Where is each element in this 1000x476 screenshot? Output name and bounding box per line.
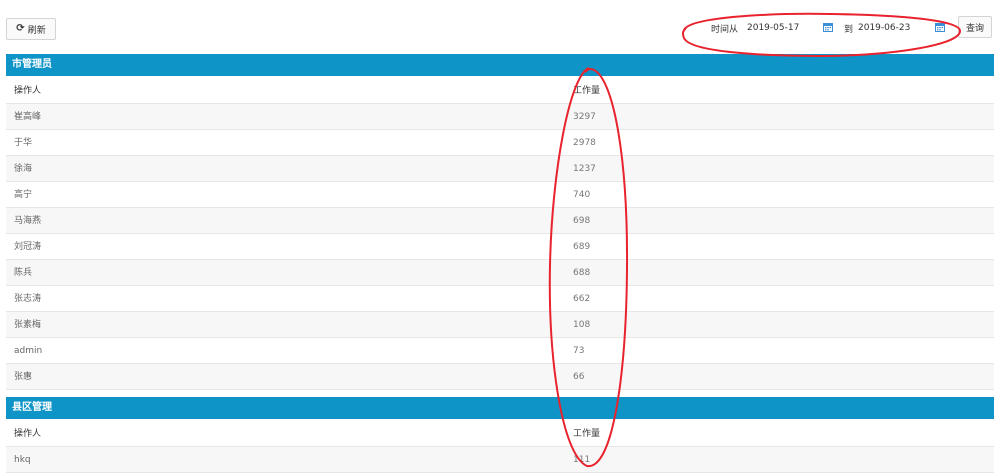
column-header-workload: 工作量 (573, 86, 601, 96)
table-header-row: 操作人 工作量 (6, 421, 994, 447)
operator-name: 张惠 (14, 372, 33, 382)
operator-name: 刘冠涛 (14, 242, 42, 252)
operator-name: 陈兵 (14, 268, 33, 278)
table-row: 马海燕 698 (6, 208, 994, 234)
table-row: 崔高峰 3297 (6, 104, 994, 130)
column-header-operator: 操作人 (14, 429, 42, 439)
table-row: 高宁 740 (6, 182, 994, 208)
operator-name: admin (14, 346, 43, 356)
workload-count: 688 (573, 268, 591, 278)
table-row: 陈兵 688 (6, 260, 994, 286)
operator-name: 高宁 (14, 190, 33, 200)
date-to-input[interactable] (856, 18, 930, 38)
workload-count: 740 (573, 190, 591, 200)
operator-name: 张素梅 (14, 320, 42, 330)
workload-count: 662 (573, 294, 591, 304)
table-row: 徐海 1237 (6, 156, 994, 182)
workload-count: 689 (573, 242, 591, 252)
calendar-icon[interactable] (823, 22, 833, 32)
table-row: 刘冠涛 689 (6, 234, 994, 260)
query-button[interactable]: 查询 (958, 16, 992, 38)
operator-name: 张志涛 (14, 294, 42, 304)
operator-name: 于华 (14, 138, 33, 148)
table-row: hkq 111 (6, 447, 994, 473)
calendar-icon[interactable] (935, 22, 945, 32)
table-row: 张惠 66 (6, 364, 994, 390)
refresh-button[interactable]: ⟳ 刷新 (6, 18, 56, 40)
section-header-county-admin: 县区管理 (6, 397, 994, 419)
date-from-input[interactable] (745, 18, 819, 38)
table-header-row: 操作人 工作量 (6, 78, 994, 104)
workload-count: 2978 (573, 138, 596, 148)
refresh-label: 刷新 (27, 25, 46, 36)
toolbar: ⟳ 刷新 时间从 到 查询 (0, 0, 1000, 46)
workload-count: 3297 (573, 112, 596, 122)
to-label: 到 (844, 25, 854, 35)
table-row: 于华 2978 (6, 130, 994, 156)
table-row: 张志涛 662 (6, 286, 994, 312)
operator-name: 徐海 (14, 164, 33, 174)
workload-count: 73 (573, 346, 585, 356)
operator-name: 马海燕 (14, 216, 42, 226)
operator-name: hkq (14, 455, 31, 465)
column-header-workload: 工作量 (573, 429, 601, 439)
column-header-operator: 操作人 (14, 86, 42, 96)
workload-count: 66 (573, 372, 585, 382)
workload-count: 108 (573, 320, 591, 330)
workload-count: 111 (573, 455, 591, 465)
operator-name: 崔高峰 (14, 112, 42, 122)
workload-count: 1237 (573, 164, 596, 174)
time-from-label: 时间从 (711, 25, 739, 35)
refresh-icon: ⟳ (16, 23, 25, 34)
workload-count: 698 (573, 216, 591, 226)
table-row: 张素梅 108 (6, 312, 994, 338)
section-header-city-admin: 市管理员 (6, 54, 994, 76)
table-row: admin 73 (6, 338, 994, 364)
